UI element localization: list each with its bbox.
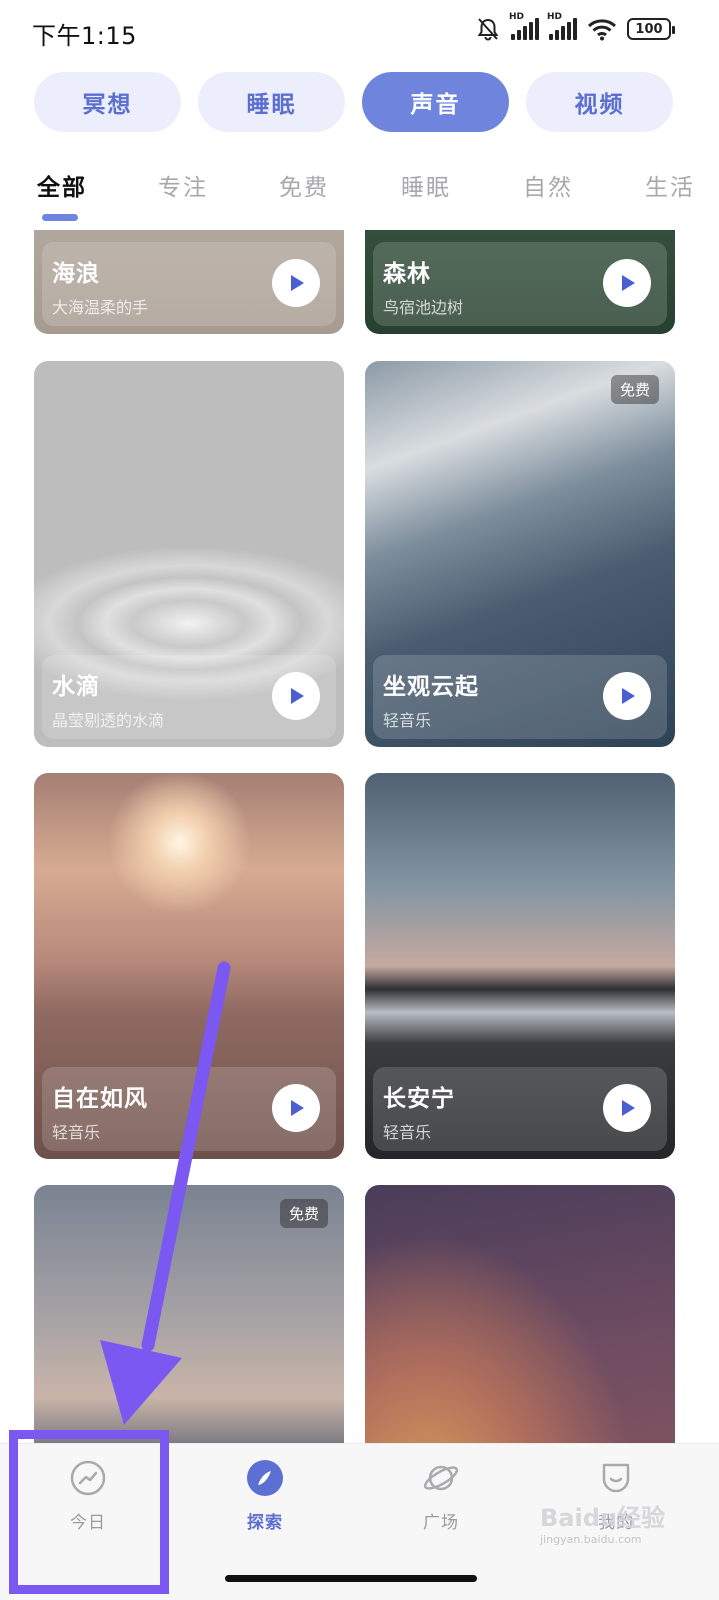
annotation-highlight-box (9, 1430, 169, 1594)
annotation-arrow-icon (100, 961, 231, 1425)
